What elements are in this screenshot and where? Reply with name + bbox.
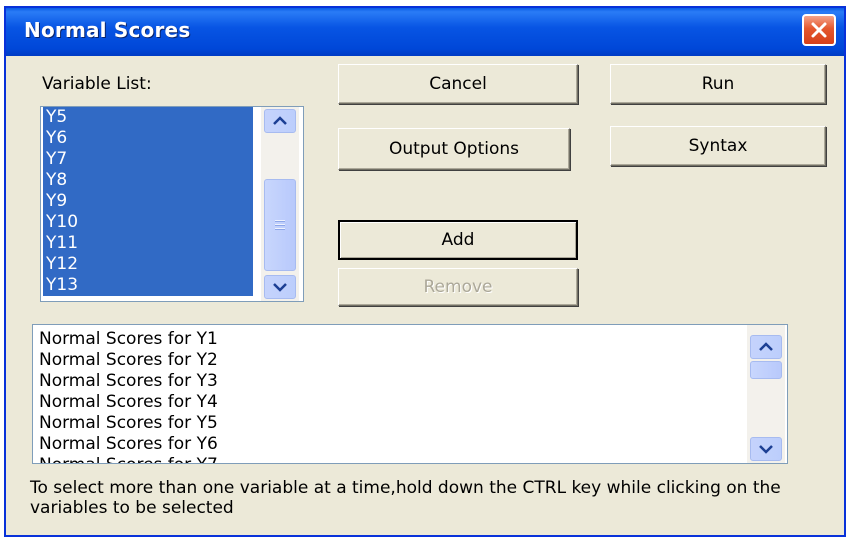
- variable-list-scrollbar[interactable]: [261, 107, 299, 301]
- chevron-up-icon: [273, 116, 287, 125]
- output-items: Normal Scores for Y1 Normal Scores for Y…: [39, 329, 218, 463]
- list-item[interactable]: Y5: [43, 107, 253, 128]
- scroll-up-button[interactable]: [264, 109, 296, 133]
- chevron-down-icon: [273, 283, 287, 292]
- scroll-thumb[interactable]: [750, 361, 782, 379]
- list-item[interactable]: Normal Scores for Y5: [39, 413, 218, 434]
- list-item[interactable]: Normal Scores for Y3: [39, 371, 218, 392]
- list-item[interactable]: Y8: [43, 170, 253, 191]
- list-item[interactable]: Normal Scores for Y2: [39, 350, 218, 371]
- list-item[interactable]: Normal Scores for Y4: [39, 392, 218, 413]
- list-item[interactable]: Y6: [43, 128, 253, 149]
- scroll-up-button[interactable]: [750, 335, 782, 359]
- list-item[interactable]: Normal Scores for Y7: [39, 455, 218, 463]
- add-button[interactable]: Add: [338, 220, 578, 260]
- list-item[interactable]: Normal Scores for Y6: [39, 434, 218, 455]
- list-item[interactable]: Normal Scores for Y1: [39, 329, 218, 350]
- cancel-button[interactable]: Cancel: [338, 64, 578, 104]
- scroll-thumb[interactable]: [264, 179, 296, 271]
- close-icon: [811, 22, 827, 38]
- scroll-down-button[interactable]: [264, 275, 296, 299]
- variable-list-label: Variable List:: [42, 74, 152, 94]
- chevron-up-icon: [759, 342, 773, 351]
- variable-items: Y5 Y6 Y7 Y8 Y9 Y10 Y11 Y12 Y13: [43, 107, 253, 296]
- output-listbox[interactable]: Normal Scores for Y1 Normal Scores for Y…: [32, 324, 788, 464]
- title-bar[interactable]: Normal Scores: [6, 8, 844, 56]
- run-button[interactable]: Run: [610, 64, 826, 104]
- output-list-scrollbar[interactable]: [747, 325, 785, 463]
- remove-button: Remove: [338, 268, 578, 306]
- scroll-down-button[interactable]: [750, 437, 782, 461]
- list-item[interactable]: Y10: [43, 212, 253, 233]
- output-options-button[interactable]: Output Options: [338, 128, 570, 170]
- list-item[interactable]: Y12: [43, 254, 253, 275]
- chevron-down-icon: [759, 445, 773, 454]
- list-item[interactable]: Y7: [43, 149, 253, 170]
- list-item[interactable]: Y9: [43, 191, 253, 212]
- normal-scores-dialog: Normal Scores Variable List: Y5 Y6 Y7 Y8…: [4, 6, 846, 537]
- close-button[interactable]: [802, 14, 836, 46]
- syntax-button[interactable]: Syntax: [610, 126, 826, 166]
- variable-listbox[interactable]: Y5 Y6 Y7 Y8 Y9 Y10 Y11 Y12 Y13: [40, 106, 304, 302]
- list-item[interactable]: Y11: [43, 233, 253, 254]
- window-title: Normal Scores: [24, 18, 191, 42]
- help-text: To select more than one variable at a ti…: [30, 478, 781, 518]
- list-item[interactable]: Y13: [43, 275, 253, 296]
